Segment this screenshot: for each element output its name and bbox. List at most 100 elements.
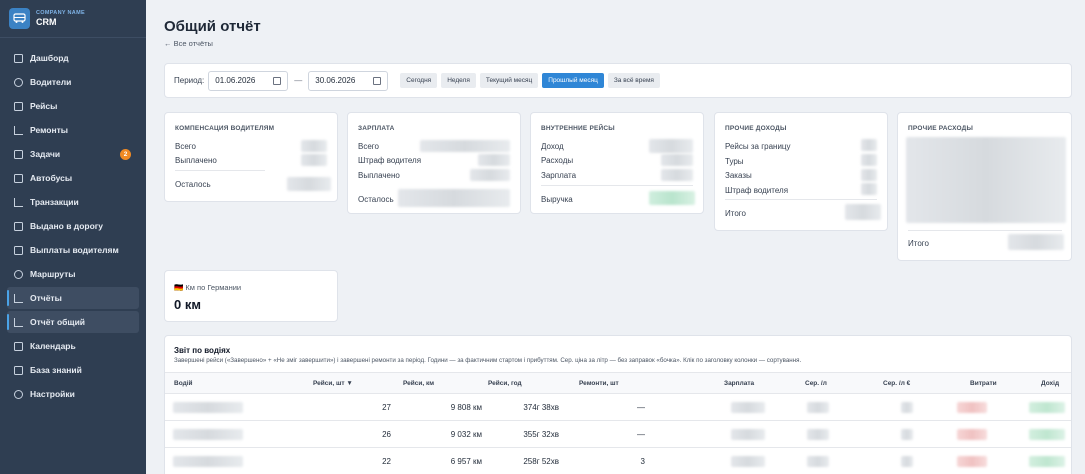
sidebar-item-label: Выплаты водителям bbox=[30, 245, 119, 255]
column-header-repairs[interactable]: Ремонти, шт bbox=[579, 380, 619, 387]
cell-repairs: — bbox=[637, 430, 645, 439]
blurred-value bbox=[1029, 456, 1065, 467]
sidebar-item[interactable]: Отчёт общий bbox=[7, 311, 139, 333]
card-row-label: Штраф водителя bbox=[358, 156, 422, 165]
period-label: Период: bbox=[174, 76, 205, 85]
sidebar-item[interactable]: Выплаты водителям bbox=[7, 239, 139, 261]
sidebar-item-label: Дашборд bbox=[30, 53, 69, 63]
bus-logo-icon bbox=[9, 8, 30, 29]
blurred-value bbox=[420, 140, 510, 152]
blurred-value bbox=[661, 169, 693, 181]
table-row[interactable]: 26 9 032 км 355г 32хв — bbox=[165, 421, 1071, 448]
divider bbox=[541, 185, 693, 186]
blurred-value bbox=[301, 154, 327, 166]
cell-hours: 258г 52хв bbox=[523, 457, 559, 466]
sidebar-item-label: Маршруты bbox=[30, 269, 76, 279]
sidebar-item-label: Рейсы bbox=[30, 101, 58, 111]
period-button[interactable]: Прошлый месяц bbox=[542, 73, 604, 88]
card-title: Внутренние рейсы bbox=[541, 125, 615, 132]
sidebar-item[interactable]: Отчёты bbox=[7, 287, 139, 309]
brand[interactable]: COMPANY NAME CRM bbox=[0, 0, 146, 38]
sidebar-item-label: Отчёты bbox=[30, 293, 62, 303]
cell-km: 9 032 км bbox=[450, 430, 482, 439]
column-header-salary[interactable]: Зарплата bbox=[724, 380, 754, 387]
date-to-value: 30.06.2026 bbox=[315, 76, 356, 85]
sidebar-item[interactable]: Ремонты bbox=[7, 119, 139, 141]
blurred-value bbox=[861, 183, 877, 195]
sidebar-item-label: Водители bbox=[30, 77, 72, 87]
column-header-avg-per-liter-eur[interactable]: Сер. /л € bbox=[883, 380, 910, 387]
sidebar-item[interactable]: Настройки bbox=[7, 383, 139, 405]
sidebar-item[interactable]: Транзакции bbox=[7, 191, 139, 213]
sidebar-item[interactable]: Дашборд bbox=[7, 47, 139, 69]
cell-trips: 22 bbox=[382, 457, 391, 466]
sidebar-item[interactable]: Календарь bbox=[7, 335, 139, 357]
book-icon bbox=[14, 365, 23, 375]
back-link[interactable]: ← Все отчёты bbox=[164, 39, 213, 48]
sidebar-item-label: Отчёт общий bbox=[30, 317, 86, 327]
quick-period-buttons: Сегодня Неделя Текущий месяц Прошлый месяц З… bbox=[396, 73, 660, 88]
card-remaining-label: Осталось bbox=[175, 180, 211, 189]
sidebar-item[interactable]: База знаний bbox=[7, 359, 139, 381]
column-header-avg-per-liter[interactable]: Сер. /л bbox=[805, 380, 827, 387]
blurred-value bbox=[901, 429, 913, 440]
drivers-report-table: Звіт по водіях Завершені рейси («Заверше… bbox=[164, 335, 1072, 474]
blurred-value bbox=[861, 154, 877, 166]
column-header-hours[interactable]: Рейси, год bbox=[488, 380, 522, 387]
sidebar-item[interactable]: Выдано в дорогу bbox=[7, 215, 139, 237]
blurred-value bbox=[861, 169, 877, 181]
calendar-icon bbox=[14, 341, 23, 351]
blurred-value bbox=[661, 154, 693, 166]
sidebar-item[interactable]: Водители bbox=[7, 71, 139, 93]
sidebar-item[interactable]: Задачи 2 bbox=[7, 143, 139, 165]
period-button[interactable]: За всё время bbox=[607, 73, 660, 88]
route-icon bbox=[14, 269, 23, 279]
main-content: Общий отчёт ← Все отчёты Период: 01.06.2… bbox=[146, 0, 1085, 474]
column-header-km[interactable]: Рейси, км bbox=[403, 380, 434, 387]
calendar-icon[interactable] bbox=[373, 76, 382, 85]
divider bbox=[725, 199, 877, 200]
blurred-value bbox=[301, 140, 327, 152]
tasks-icon bbox=[14, 149, 23, 159]
sidebar-item[interactable]: Рейсы bbox=[7, 95, 139, 117]
blurred-value bbox=[957, 402, 987, 413]
date-to-input[interactable]: 30.06.2026 bbox=[308, 70, 389, 91]
card-row-label: Доход bbox=[541, 142, 564, 151]
blurred-value bbox=[398, 189, 510, 207]
blurred-value bbox=[901, 456, 913, 467]
table-row[interactable]: 27 9 808 км 374г 38хв — bbox=[165, 394, 1071, 421]
column-header-income[interactable]: Дохід bbox=[1041, 380, 1059, 387]
period-button[interactable]: Неделя bbox=[441, 73, 476, 88]
document-icon bbox=[14, 101, 23, 111]
compensation-card: Компенсация водителям Всего Выплачено Ос… bbox=[164, 112, 338, 202]
cell-repairs: 3 bbox=[640, 457, 645, 466]
sidebar-item[interactable]: Автобусы bbox=[7, 167, 139, 189]
column-header-driver[interactable]: Водій bbox=[174, 380, 193, 387]
sidebar-item[interactable]: Маршруты bbox=[7, 263, 139, 285]
cell-repairs: — bbox=[637, 403, 645, 412]
column-header-trips[interactable]: Рейси, шт ▼ bbox=[313, 380, 353, 387]
wrench-icon bbox=[14, 125, 23, 135]
blurred-value bbox=[731, 429, 765, 440]
dashboard-icon bbox=[14, 53, 23, 63]
cell-hours: 374г 38хв bbox=[523, 403, 559, 412]
blurred-value bbox=[173, 456, 243, 467]
card-total-label: Итого bbox=[908, 239, 929, 248]
table-row[interactable]: 22 6 957 км 258г 52хв 3 bbox=[165, 448, 1071, 474]
sidebar-item-label: Календарь bbox=[30, 341, 76, 351]
date-from-input[interactable]: 01.06.2026 bbox=[208, 70, 289, 91]
sidebar: COMPANY NAME CRM Дашборд Водители Рейсы Рем… bbox=[0, 0, 146, 474]
page-title: Общий отчёт bbox=[164, 18, 261, 35]
blurred-value bbox=[957, 429, 987, 440]
gear-icon bbox=[14, 389, 23, 399]
card-row-label: Всего bbox=[358, 142, 379, 151]
cell-trips: 27 bbox=[382, 403, 391, 412]
transactions-icon bbox=[14, 197, 23, 207]
card-title: Прочие доходы bbox=[725, 125, 787, 132]
calendar-icon[interactable] bbox=[273, 76, 282, 85]
card-row-label: Выплачено bbox=[175, 156, 217, 165]
period-button[interactable]: Текущий месяц bbox=[479, 73, 539, 88]
column-header-expenses[interactable]: Витрати bbox=[970, 380, 997, 387]
period-button[interactable]: Сегодня bbox=[400, 73, 438, 88]
blurred-value bbox=[173, 429, 243, 440]
